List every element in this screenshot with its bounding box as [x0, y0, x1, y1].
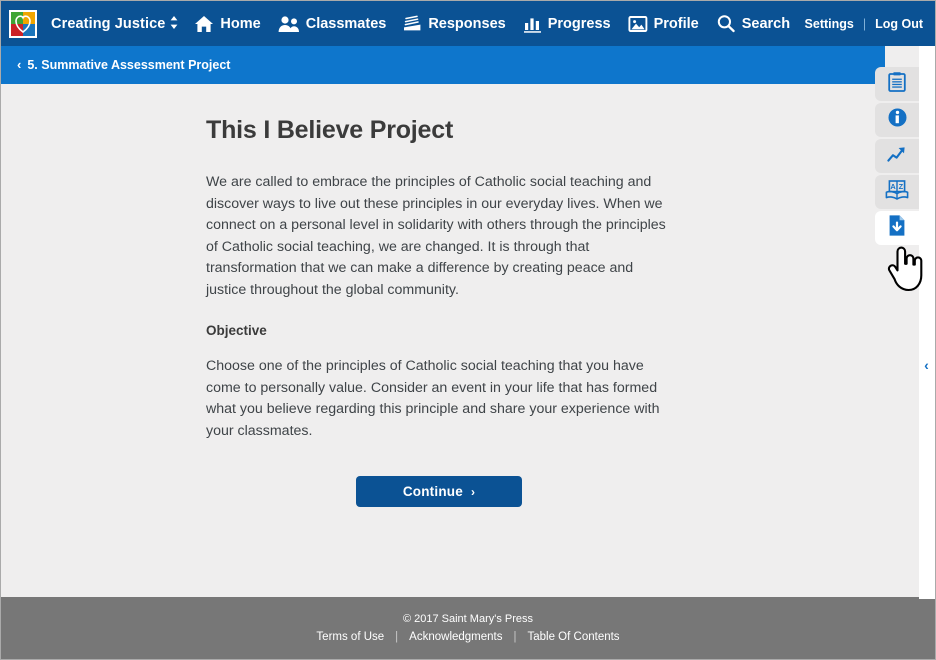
nav-label-search: Search	[741, 15, 791, 32]
chevron-left-icon: ‹	[17, 56, 22, 72]
logout-link[interactable]: Log Out	[875, 17, 923, 31]
tool-rail-background	[919, 46, 935, 599]
nav-label-progress: Progress	[547, 15, 611, 32]
footer-separator: |	[395, 631, 399, 643]
continue-button-wrapper: Continue ›	[206, 476, 676, 507]
page-footer: © 2017 Saint Mary's Press Terms of Use |…	[1, 597, 935, 659]
svg-text:Z: Z	[899, 182, 904, 191]
objective-heading: Objective	[206, 323, 267, 338]
lesson-article: This I Believe Project We are called to …	[206, 116, 676, 507]
course-title-label: Creating Justice	[51, 15, 166, 32]
magnifier-icon	[716, 14, 736, 33]
settings-link[interactable]: Settings	[805, 17, 854, 31]
collapse-panel-button[interactable]: ‹	[920, 356, 933, 374]
trend-arrow-icon	[886, 144, 908, 169]
people-icon	[278, 15, 300, 33]
breadcrumb-label: 5. Summative Assessment Project	[27, 58, 231, 72]
page-title: This I Believe Project	[206, 116, 454, 144]
nav-item-classmates[interactable]: Classmates	[278, 15, 387, 33]
nav-item-progress[interactable]: Progress	[523, 15, 611, 33]
az-book-icon: A Z	[885, 179, 909, 205]
chevron-left-icon: ‹	[924, 357, 929, 373]
nav-item-search[interactable]: Search	[716, 14, 790, 33]
home-icon	[194, 15, 214, 33]
continue-button[interactable]: Continue ›	[356, 476, 522, 507]
picture-icon	[628, 15, 648, 33]
info-circle-icon	[887, 107, 908, 133]
nav-label-profile: Profile	[653, 15, 699, 32]
footer-link-table-of-contents[interactable]: Table Of Contents	[528, 631, 620, 643]
nav-item-profile[interactable]: Profile	[628, 15, 699, 33]
nav-item-home[interactable]: Home	[194, 15, 261, 33]
tool-rail: A Z	[875, 67, 919, 245]
nav-item-responses[interactable]: Responses	[403, 14, 506, 33]
info-tab[interactable]	[875, 103, 919, 137]
intro-paragraph: We are called to embrace the principles …	[206, 174, 666, 298]
continue-button-label: Continue	[402, 484, 463, 499]
paper-stack-icon	[403, 14, 422, 33]
nav-separator: |	[862, 16, 867, 31]
footer-links: Terms of Use | Acknowledgments | Table O…	[316, 631, 619, 643]
nav-label-home: Home	[220, 15, 261, 32]
bar-chart-icon	[523, 15, 542, 33]
notes-tab[interactable]	[875, 67, 919, 101]
copyright-text: © 2017 Saint Mary's Press	[402, 613, 534, 625]
top-navigation-bar: Creating Justice Home Classmates Respons…	[1, 1, 935, 46]
svg-text:A: A	[890, 182, 896, 191]
saint-marys-press-logo[interactable]	[9, 9, 37, 38]
clipboard-icon	[887, 71, 907, 98]
sub-navigation-bar: ‹ 5. Summative Assessment Project	[1, 46, 885, 84]
nav-label-responses: Responses	[428, 15, 506, 32]
objective-paragraph: Choose one of the principles of Catholic…	[206, 358, 660, 439]
footer-link-terms-of-use[interactable]: Terms of Use	[316, 631, 384, 643]
up-down-caret-icon	[170, 15, 178, 32]
footer-separator: |	[513, 631, 517, 643]
progress-tab[interactable]	[875, 139, 919, 173]
document-download-icon	[887, 214, 907, 242]
application-window: Creating Justice Home Classmates Respons…	[0, 0, 936, 660]
breadcrumb-back-link[interactable]: ‹ 5. Summative Assessment Project	[17, 56, 231, 73]
primary-nav-links: Home Classmates Responses Progress Profi…	[194, 14, 804, 33]
main-content-area: This I Believe Project We are called to …	[1, 84, 935, 599]
glossary-tab[interactable]: A Z	[875, 175, 919, 209]
account-nav: Settings | Log Out	[805, 17, 923, 31]
chevron-right-icon: ›	[470, 484, 476, 499]
nav-label-classmates: Classmates	[305, 15, 387, 32]
download-tab[interactable]	[875, 211, 919, 245]
logo-heart-mark	[15, 14, 31, 33]
footer-link-acknowledgments[interactable]: Acknowledgments	[409, 631, 502, 643]
course-switcher[interactable]: Creating Justice	[51, 15, 178, 32]
